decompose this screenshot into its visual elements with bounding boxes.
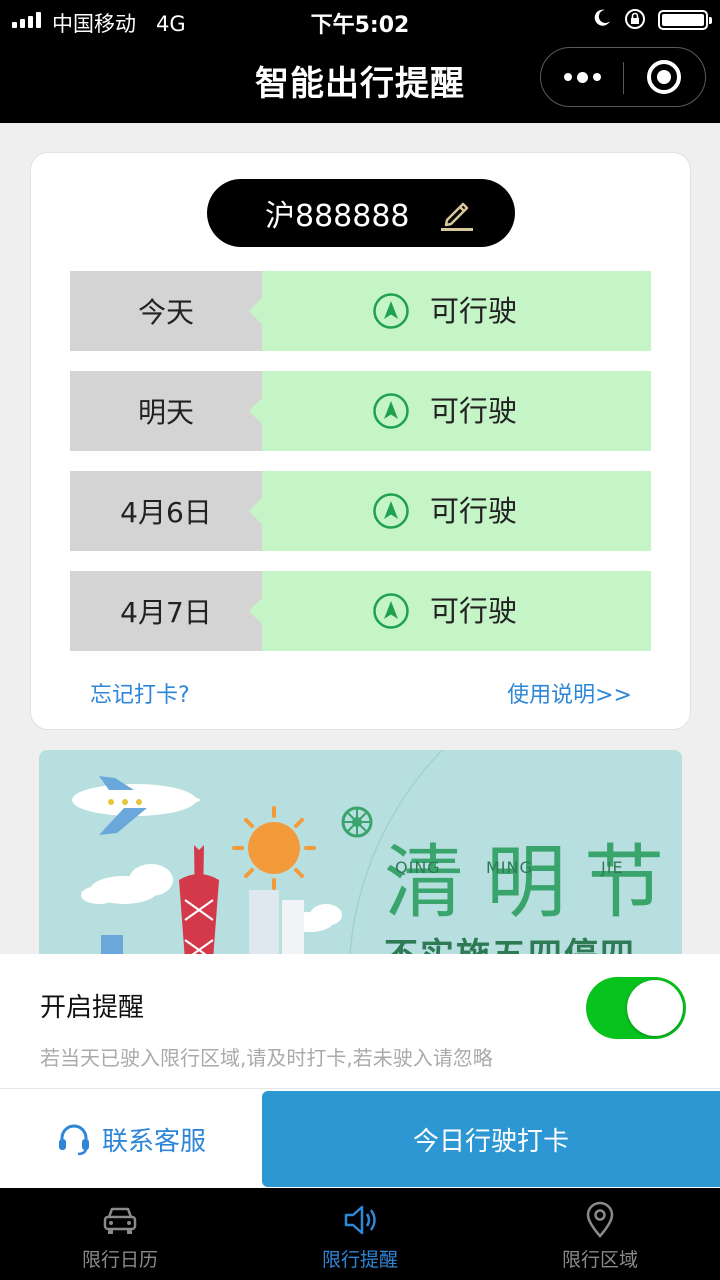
moon-icon [594, 9, 610, 26]
more-icon[interactable] [541, 48, 624, 106]
navigation-arrow-icon [373, 393, 409, 429]
speaker-icon [344, 1205, 376, 1235]
usage-guide-link[interactable]: 使用说明>> [507, 677, 632, 709]
reminder-title: 开启提醒 [40, 993, 145, 1023]
banner-char: 节 [584, 836, 664, 929]
schedule-day: 明天 [70, 371, 262, 451]
headset-icon [58, 1124, 89, 1156]
contact-support-button[interactable]: 联系客服 [0, 1089, 262, 1189]
reminder-description: 若当天已驶入限行区域,请及时打卡,若未驶入请忽略 [40, 1046, 493, 1070]
airplane-icon [72, 776, 201, 835]
schedule-status-text: 可行驶 [430, 594, 518, 628]
contact-support-label: 联系客服 [101, 1126, 206, 1157]
qingming-banner[interactable]: 清 明 节 QING MING JIE 不实施五四停四 [39, 750, 682, 960]
plate-number: 沪888888 [265, 199, 410, 234]
reminder-toggle[interactable] [586, 977, 686, 1039]
tab-restriction-area[interactable]: 限行区域 [480, 1188, 720, 1280]
schedule-status: 可行驶 [249, 471, 651, 551]
schedule-status-text: 可行驶 [430, 394, 518, 428]
car-icon [103, 1207, 137, 1234]
status-bar: 中国移动 4G 下午5:02 [0, 0, 720, 40]
action-bar: 联系客服 今日行驶打卡 [0, 1088, 720, 1188]
daily-checkin-button[interactable]: 今日行驶打卡 [262, 1091, 720, 1187]
schedule-row: 今天 可行驶 [70, 271, 651, 351]
schedule-status: 可行驶 [249, 371, 651, 451]
banner-pinyin: MING [486, 858, 533, 877]
banner-pinyin: JIE [601, 858, 624, 877]
tab-restriction-reminder[interactable]: 限行提醒 [240, 1188, 480, 1280]
tab-label: 限行区域 [561, 1249, 638, 1271]
schedule-status-text: 可行驶 [430, 294, 518, 328]
banner-pinyin: QING [395, 858, 441, 877]
tower-icon [179, 845, 219, 960]
close-target-icon[interactable] [647, 60, 681, 94]
wheel-icon [341, 806, 373, 838]
schedule-status: 可行驶 [249, 571, 651, 651]
schedule-row: 4月7日 可行驶 [70, 571, 651, 651]
schedule-day: 4月7日 [70, 571, 262, 651]
sun-icon [232, 806, 316, 890]
rotation-lock-icon [625, 9, 645, 29]
nav-bar: 智能出行提醒 [0, 40, 720, 123]
toggle-knob [627, 980, 683, 1036]
tab-bar: 限行日历 限行提醒 限行区域 [0, 1188, 720, 1280]
status-time: 下午5:02 [310, 13, 410, 38]
mini-program-capsule [540, 47, 706, 107]
schedule-day: 今天 [70, 271, 262, 351]
navigation-arrow-icon [373, 593, 409, 629]
tab-restriction-calendar[interactable]: 限行日历 [0, 1188, 240, 1280]
location-pin-icon [586, 1201, 614, 1238]
edit-icon[interactable] [437, 195, 475, 233]
schedule-row: 4月6日 可行驶 [70, 471, 651, 551]
battery-icon [658, 10, 712, 30]
restriction-card: 沪888888 今天 可行驶 明天 可行驶 4月6日 可行驶 4月7日 可行驶 … [30, 152, 691, 730]
schedule-status: 可行驶 [249, 271, 651, 351]
reminder-panel: 开启提醒 若当天已驶入限行区域,请及时打卡,若未驶入请忽略 [0, 954, 720, 1088]
capsule-divider [623, 62, 624, 94]
navigation-arrow-icon [373, 293, 409, 329]
forgot-checkin-link[interactable]: 忘记打卡? [90, 677, 190, 709]
schedule-day: 4月6日 [70, 471, 262, 551]
tab-label: 限行日历 [81, 1249, 158, 1271]
schedule-status-text: 可行驶 [430, 494, 518, 528]
navigation-arrow-icon [373, 493, 409, 529]
schedule-row: 明天 可行驶 [70, 371, 651, 451]
plate-number-pill[interactable]: 沪888888 [207, 179, 515, 247]
tab-label: 限行提醒 [321, 1249, 398, 1271]
